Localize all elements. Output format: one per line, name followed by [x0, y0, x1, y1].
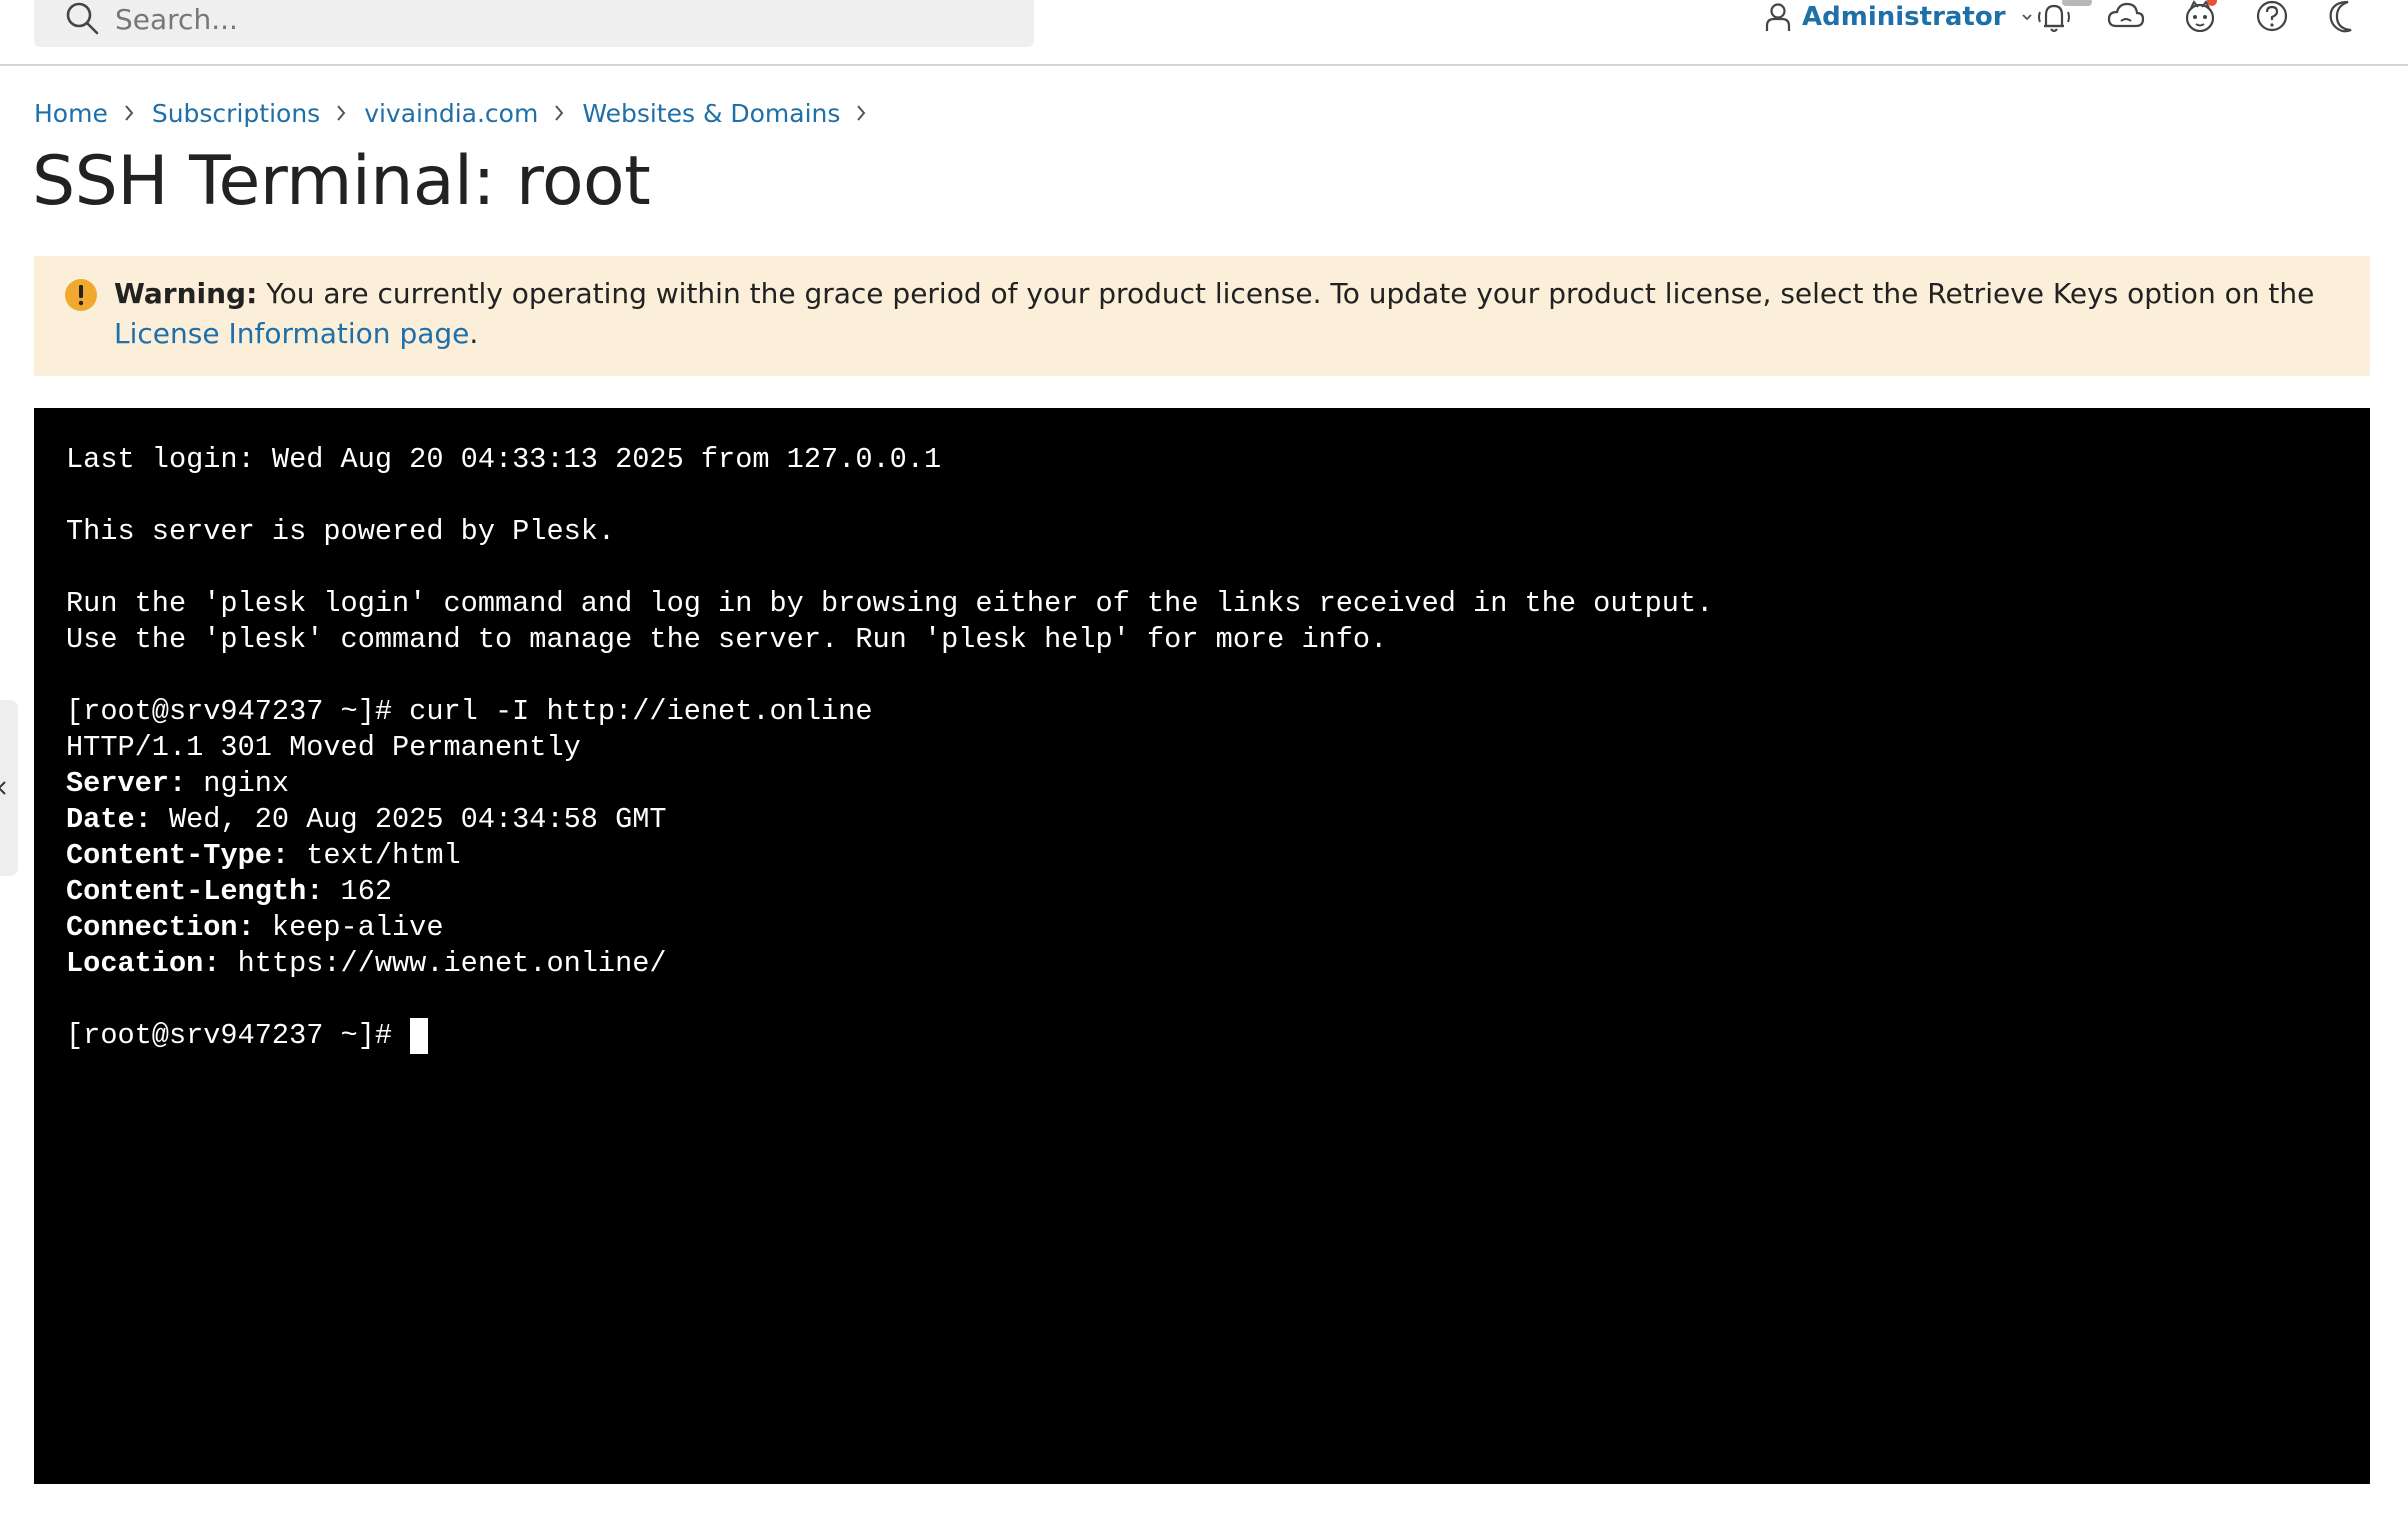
terminal-header-line: Connection: keep-alive — [66, 910, 2370, 946]
breadcrumb-websites-domains[interactable]: Websites & Domains — [582, 99, 840, 128]
warning-text: Warning: You are currently operating wit… — [114, 274, 2344, 354]
sidebar-toggle[interactable] — [0, 700, 18, 876]
breadcrumb-domain[interactable]: vivaindia.com — [364, 99, 538, 128]
header-value: Wed, 20 Aug 2025 04:34:58 GMT — [151, 803, 667, 836]
header-name: Date: — [66, 803, 152, 836]
warning-label: Warning: — [114, 277, 258, 310]
chevron-left-icon — [0, 781, 6, 795]
terminal-line: Last login: Wed Aug 20 04:33:13 2025 fro… — [66, 443, 942, 476]
terminal-prompt-line: [root@srv947237 ~]# — [66, 1018, 2370, 1054]
warning-icon — [65, 279, 97, 311]
terminal-header-line: Location: https://www.ienet.online/ — [66, 946, 2370, 982]
breadcrumb: Home Subscriptions vivaindia.com Website… — [34, 96, 884, 130]
header-name: Connection: — [66, 911, 255, 944]
terminal-header-line: Content-Length: 162 — [66, 874, 2370, 910]
cloud-icon[interactable] — [2106, 0, 2146, 36]
warning-message: You are currently operating within the g… — [257, 277, 2315, 310]
header-value: https://www.ienet.online/ — [220, 947, 667, 980]
search-box[interactable] — [34, 0, 1034, 47]
terminal-header-line: Date: Wed, 20 Aug 2025 04:34:58 GMT — [66, 802, 2370, 838]
chevron-right-icon — [555, 105, 564, 121]
terminal-line: [root@srv947237 ~]# curl -I http://ienet… — [66, 695, 873, 728]
header-name: Content-Length: — [66, 875, 324, 908]
ssh-terminal[interactable]: Last login: Wed Aug 20 04:33:13 2025 fro… — [34, 408, 2370, 1484]
chevron-right-icon — [857, 105, 866, 121]
license-warning-banner: Warning: You are currently operating wit… — [34, 256, 2370, 376]
terminal-line: HTTP/1.1 301 Moved Permanently — [66, 731, 581, 764]
chevron-right-icon — [125, 105, 134, 121]
chevron-right-icon — [337, 105, 346, 121]
terminal-cursor — [410, 1018, 429, 1054]
search-input[interactable] — [115, 0, 995, 38]
help-icon[interactable] — [2252, 0, 2292, 36]
warning-suffix: . — [469, 317, 479, 350]
page-title: SSH Terminal: root — [32, 142, 651, 221]
notification-badge — [2062, 0, 2092, 6]
breadcrumb-subscriptions[interactable]: Subscriptions — [152, 99, 320, 128]
user-name: Administrator — [1802, 2, 2006, 32]
header-value: text/html — [289, 839, 461, 872]
terminal-line: Use the 'plesk' command to manage the se… — [66, 623, 1388, 656]
header-value: nginx — [186, 767, 290, 800]
header-value: 162 — [323, 875, 393, 908]
user-icon — [1765, 3, 1791, 31]
breadcrumb-home[interactable]: Home — [34, 99, 108, 128]
search-icon — [66, 2, 99, 35]
terminal-header-line: Server: nginx — [66, 766, 2370, 802]
terminal-line: This server is powered by Plesk. — [66, 515, 616, 548]
top-bar: Administrator — [0, 0, 2408, 66]
header-name: Content-Type: — [66, 839, 290, 872]
header-name: Location: — [66, 947, 221, 980]
dark-mode-icon[interactable] — [2324, 0, 2364, 36]
user-menu[interactable]: Administrator — [1764, 0, 2034, 34]
terminal-header-line: Content-Type: text/html — [66, 838, 2370, 874]
header-name: Server: — [66, 767, 187, 800]
license-information-link[interactable]: License Information page — [114, 317, 469, 350]
terminal-line: Run the 'plesk login' command and log in… — [66, 587, 1714, 620]
terminal-prompt: [root@srv947237 ~]# — [66, 1019, 410, 1052]
chevron-down-icon — [2021, 14, 2032, 21]
header-value: keep-alive — [254, 911, 444, 944]
